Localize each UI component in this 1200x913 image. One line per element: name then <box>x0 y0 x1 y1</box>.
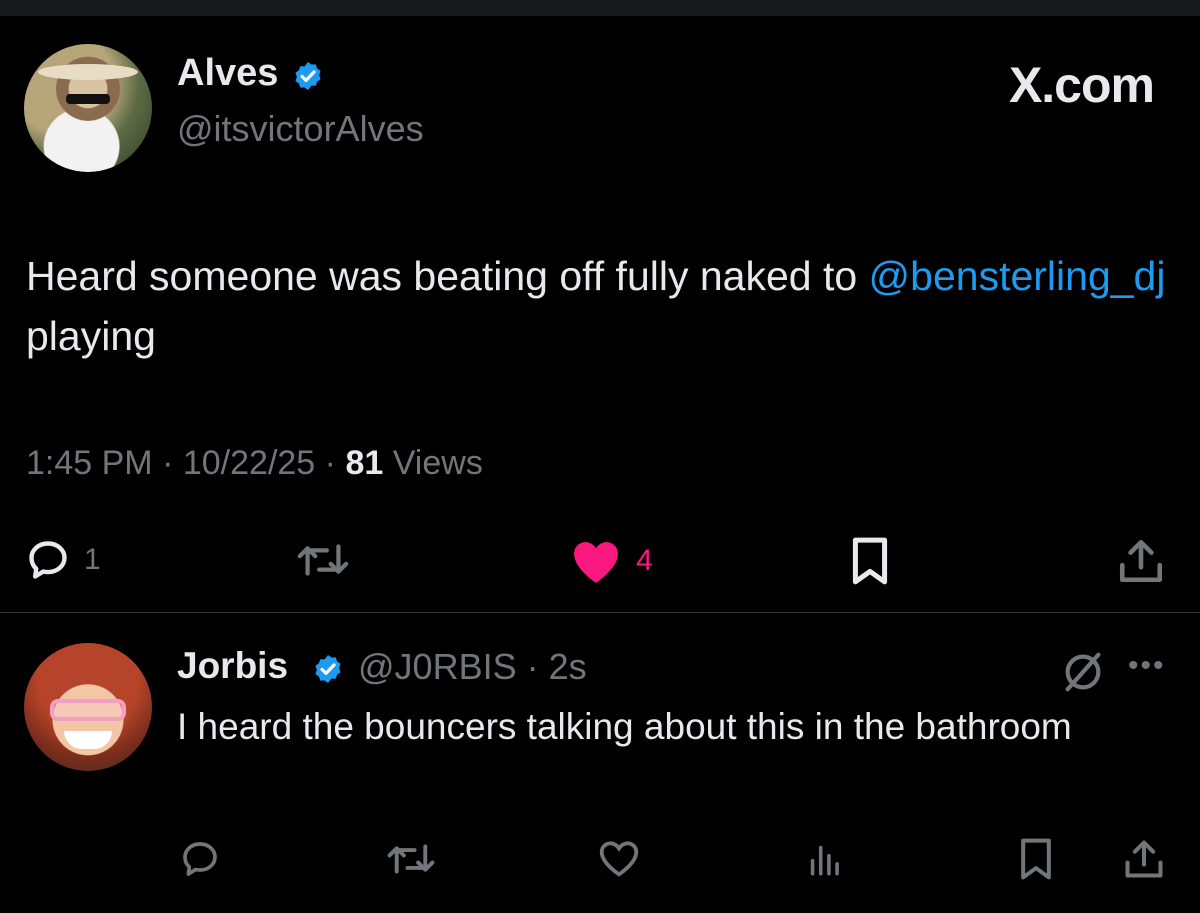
share-button[interactable] <box>1116 536 1166 586</box>
repost-button[interactable] <box>296 540 350 580</box>
reply-bubble-icon <box>29 541 67 579</box>
repost-button[interactable] <box>386 841 436 877</box>
post-date[interactable]: 10/22/25 <box>183 444 315 482</box>
post-time[interactable]: 1:45 PM <box>26 444 153 482</box>
views-button[interactable] <box>804 841 844 877</box>
bookmark-button[interactable] <box>848 536 892 586</box>
reply-button[interactable] <box>180 839 220 879</box>
reply-text: I heard the bouncers talking about this … <box>177 706 1072 747</box>
more-dots-icon[interactable]: ••• <box>1128 651 1166 681</box>
meta-separator: · <box>162 444 174 482</box>
meta-separator: · <box>324 444 336 482</box>
reply-button[interactable]: 1 <box>26 538 101 582</box>
share-upload-icon <box>1119 539 1163 583</box>
main-post: Alves @itsvictorAlves X.com Heard someon… <box>0 16 1200 612</box>
share-button[interactable] <box>1122 837 1166 881</box>
verified-badge-icon <box>295 62 321 90</box>
reply-actions <box>0 835 1200 885</box>
author-name[interactable]: Alves <box>177 52 278 95</box>
bar-chart-icon <box>810 845 839 876</box>
bookmark-icon <box>1021 838 1051 880</box>
source-label: X.com <box>1008 57 1155 113</box>
top-status-strip <box>0 0 1200 16</box>
views-count[interactable]: 81 <box>345 444 383 482</box>
author-handle[interactable]: @itsvictorAlves <box>177 108 424 150</box>
grok-slash-icon[interactable] <box>1060 649 1106 695</box>
avatar-glasses <box>66 94 110 104</box>
reply-bubble-icon <box>183 842 217 876</box>
like-button[interactable] <box>598 839 640 877</box>
reply-author-handle[interactable]: @J0RBIS <box>358 646 517 687</box>
post-meta: 1:45 PM · 10/22/25 · 81 Views <box>26 444 483 483</box>
post-actions: 1 4 <box>0 532 1200 592</box>
post-text-before: Heard someone was beating off fully nake… <box>26 253 869 299</box>
reply-count: 1 <box>84 543 101 576</box>
avatar-glasses <box>50 699 126 721</box>
like-button[interactable]: 4 <box>570 538 653 584</box>
views-label[interactable]: Views <box>393 444 483 482</box>
reply-author-name[interactable]: Jorbis <box>177 645 288 687</box>
reply-post: Jorbis @J0RBIS · 2s ••• I heard the boun… <box>0 613 1200 913</box>
author-avatar[interactable] <box>24 44 152 172</box>
post-text: Heard someone was beating off fully nake… <box>26 246 1166 366</box>
meta-separator: · <box>526 646 539 687</box>
repost-arrows-icon <box>297 544 349 576</box>
bookmark-button[interactable] <box>1016 837 1056 881</box>
verified-badge-icon <box>315 655 341 683</box>
heart-icon <box>599 841 639 877</box>
avatar-smile <box>64 731 112 749</box>
like-count: 4 <box>636 544 653 577</box>
share-upload-icon <box>1125 840 1163 878</box>
post-text-after: playing <box>26 313 156 359</box>
repost-arrows-icon <box>387 844 435 874</box>
reply-age[interactable]: 2s <box>549 646 587 687</box>
reply-author-avatar[interactable] <box>24 643 152 771</box>
reply-meta: @J0RBIS · 2s <box>358 646 587 688</box>
heart-icon <box>574 542 618 583</box>
bookmark-icon <box>852 537 888 585</box>
avatar-hat <box>38 64 138 80</box>
mention-link[interactable]: @bensterling_dj <box>869 253 1166 299</box>
